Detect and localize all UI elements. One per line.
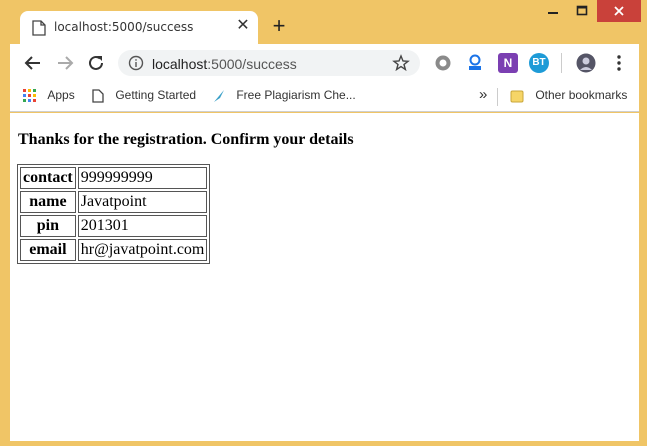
- tab-strip: localhost:5000/success ✕ +: [0, 0, 647, 44]
- getting-started-bookmark[interactable]: Getting Started: [92, 88, 196, 103]
- apps-grid-icon: [23, 88, 36, 102]
- table-row: pin 201301: [20, 215, 208, 237]
- profile-avatar-icon[interactable]: [576, 53, 596, 73]
- settings-extension-icon[interactable]: [433, 53, 453, 73]
- apps-label: Apps: [47, 88, 75, 102]
- other-bookmarks-label: Other bookmarks: [535, 88, 628, 102]
- onenote-extension-icon[interactable]: N: [498, 53, 518, 73]
- tab-success[interactable]: localhost:5000/success ✕: [20, 11, 258, 44]
- page-content: Thanks for the registration. Confirm you…: [10, 113, 639, 441]
- field-value: hr@javatpoint.com: [77, 239, 208, 261]
- forward-arrow-icon[interactable]: [54, 52, 76, 74]
- maximize-button[interactable]: [567, 0, 597, 22]
- url-text: localhost:5000/success: [152, 56, 297, 72]
- tab-title: localhost:5000/success: [54, 20, 194, 34]
- minimize-button[interactable]: [538, 0, 568, 22]
- field-label: contact: [20, 167, 76, 189]
- close-window-button[interactable]: [597, 0, 641, 22]
- page-icon: [92, 89, 104, 103]
- new-tab-button[interactable]: +: [269, 15, 289, 37]
- folder-icon: [510, 90, 524, 103]
- bookmarks-overflow-icon[interactable]: »: [479, 86, 487, 103]
- toolbar-divider: [561, 53, 562, 73]
- table-row: email hr@javatpoint.com: [20, 239, 208, 261]
- field-value: 999999999: [77, 167, 208, 189]
- minimize-icon: [548, 12, 558, 14]
- address-bar[interactable]: localhost:5000/success: [118, 50, 420, 76]
- close-tab-icon[interactable]: ✕: [234, 17, 252, 35]
- back-arrow-icon[interactable]: [22, 52, 44, 74]
- plagiarism-label: Free Plagiarism Che...: [236, 88, 356, 102]
- field-value: 201301: [77, 215, 208, 237]
- info-icon[interactable]: [128, 55, 144, 71]
- getting-started-label: Getting Started: [115, 88, 197, 102]
- details-table: contact 999999999 name Javatpoint pin 201301 e…: [17, 164, 211, 264]
- table-row: contact 999999999: [20, 167, 208, 189]
- browser-window: localhost:5000/success ✕ + localhost:500…: [0, 0, 647, 446]
- maximize-icon: [576, 5, 588, 16]
- field-label: name: [20, 191, 76, 213]
- field-label: pin: [20, 215, 76, 237]
- reload-icon[interactable]: [85, 52, 107, 74]
- feather-icon: [214, 89, 224, 102]
- field-label: email: [20, 239, 76, 261]
- field-value: Javatpoint: [77, 191, 208, 213]
- menu-dots-icon[interactable]: [609, 53, 629, 73]
- browser-toolbar: localhost:5000/success N BT: [10, 44, 639, 82]
- other-bookmarks[interactable]: Other bookmarks: [510, 88, 627, 103]
- apps-bookmark[interactable]: Apps: [23, 88, 75, 103]
- page-icon: [32, 20, 46, 36]
- table-row: name Javatpoint: [20, 191, 208, 213]
- bookmarks-divider: [497, 88, 498, 106]
- lens-extension-icon[interactable]: [465, 53, 485, 73]
- plagiarism-bookmark[interactable]: Free Plagiarism Che...: [212, 88, 356, 103]
- close-icon: [614, 6, 624, 16]
- page-title: Thanks for the registration. Confirm you…: [18, 131, 354, 148]
- bt-extension-icon[interactable]: BT: [529, 53, 549, 73]
- bookmark-star-icon[interactable]: [392, 54, 410, 72]
- bookmarks-bar: Apps Getting Started Free Plagiarism Che…: [10, 82, 639, 112]
